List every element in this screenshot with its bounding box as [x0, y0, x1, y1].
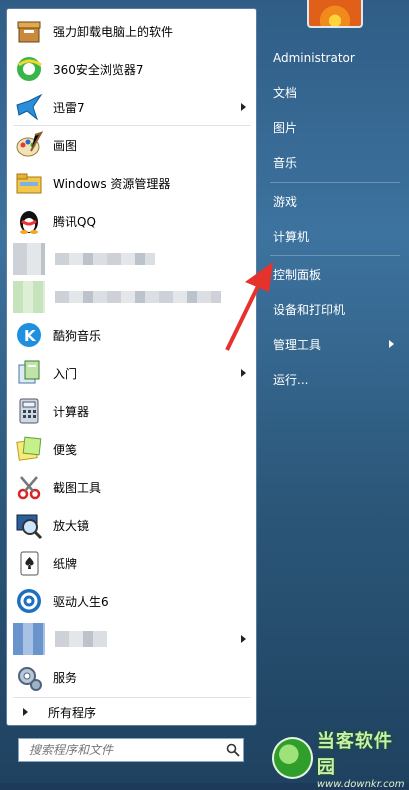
getting-started-icon	[13, 357, 45, 389]
right-item-label: Administrator	[273, 51, 355, 65]
recent-label: 画图	[53, 138, 78, 153]
browser-360-icon	[13, 53, 45, 85]
pinned-item-360-browser[interactable]: 360安全浏览器7	[11, 51, 254, 87]
right-item-label: 计算机	[273, 229, 310, 244]
magnifier-icon	[13, 509, 45, 541]
blurred-label	[55, 253, 155, 265]
submenu-arrow-icon[interactable]	[241, 635, 246, 643]
all-programs-label: 所有程序	[48, 705, 97, 720]
right-item-run[interactable]: 运行...	[264, 364, 404, 394]
recent-item-solitaire[interactable]: 纸牌	[11, 545, 254, 581]
recent-label: 纸牌	[53, 556, 78, 571]
recent-item-getting-started[interactable]: 入门	[11, 355, 254, 391]
recent-item-qq[interactable]: 腾讯QQ	[11, 203, 254, 239]
recent-item-calculator[interactable]: 计算器	[11, 393, 254, 429]
right-item-label: 运行...	[273, 372, 309, 387]
right-item-label: 图片	[273, 120, 298, 135]
thunder-bird-icon	[13, 91, 45, 123]
right-item-label: 音乐	[273, 155, 298, 170]
right-item-devices-printers[interactable]: 设备和打印机	[264, 294, 404, 324]
expand-arrow-icon	[23, 708, 28, 716]
recent-item-sticky-notes[interactable]: 便笺	[11, 431, 254, 467]
submenu-arrow-icon[interactable]	[241, 369, 246, 377]
paint-icon	[13, 129, 45, 161]
recent-item-snipping-tool[interactable]: 截图工具	[11, 469, 254, 505]
blurred-icon	[13, 281, 45, 313]
watermark: 当客软件园 www.downkr.com	[272, 731, 409, 790]
annotation-arrow-icon	[225, 262, 273, 351]
svg-text:K: K	[24, 327, 37, 345]
services-gear-icon	[13, 661, 45, 693]
right-item-games[interactable]: 游戏	[264, 186, 404, 216]
snipping-tool-icon	[13, 471, 45, 503]
right-item-label: 文档	[273, 85, 298, 100]
recent-item-paint[interactable]: 画图	[11, 127, 254, 163]
search-box[interactable]	[18, 738, 244, 762]
right-item-control-panel[interactable]: 控制面板	[264, 259, 404, 289]
separator	[13, 125, 251, 126]
recent-item-magnifier[interactable]: 放大镜	[11, 507, 254, 543]
right-item-computer[interactable]: 计算机	[264, 221, 404, 251]
blurred-label	[55, 291, 221, 303]
pinned-item-uninstaller[interactable]: 强力卸载电脑上的软件	[11, 13, 254, 49]
right-item-pictures[interactable]: 图片	[264, 112, 404, 142]
recent-item-driver-life[interactable]: 驱动人生6	[11, 583, 254, 619]
sticky-notes-icon	[13, 433, 45, 465]
right-item-admin-tools[interactable]: 管理工具	[264, 329, 404, 359]
recent-label: 计算器	[53, 404, 90, 419]
watermark-title: 当客软件园	[316, 730, 393, 778]
pinned-item-thunder[interactable]: 迅雷7	[11, 89, 254, 125]
pinned-label: 360安全浏览器7	[53, 62, 144, 77]
separator	[270, 255, 400, 256]
recent-label: 酷狗音乐	[53, 328, 102, 343]
blurred-icon	[13, 243, 45, 275]
right-item-administrator[interactable]: Administrator	[264, 43, 404, 73]
solitaire-icon	[13, 547, 45, 579]
submenu-arrow-icon[interactable]	[241, 103, 246, 111]
uninstall-icon	[13, 15, 45, 47]
right-item-music[interactable]: 音乐	[264, 147, 404, 177]
explorer-folder-icon	[13, 167, 45, 199]
recent-label: 驱动人生6	[53, 594, 109, 609]
recent-item-explorer[interactable]: Windows 资源管理器	[11, 165, 254, 201]
right-item-label: 游戏	[273, 194, 298, 209]
qq-penguin-icon	[13, 205, 45, 237]
calculator-icon	[13, 395, 45, 427]
blurred-label	[55, 631, 107, 647]
pinned-label: 迅雷7	[53, 100, 85, 115]
pinned-label: 强力卸载电脑上的软件	[53, 24, 174, 39]
recent-label: 入门	[53, 366, 78, 381]
separator	[13, 697, 251, 698]
kugou-icon: K	[13, 319, 45, 351]
programs-panel: 强力卸载电脑上的软件 360安全浏览器7 迅雷7 画图 Windows 资源管理…	[6, 8, 257, 726]
recent-label: 服务	[53, 670, 78, 685]
recent-item-blurred-3[interactable]	[11, 621, 254, 657]
user-avatar[interactable]	[307, 0, 363, 28]
recent-label: 截图工具	[53, 480, 102, 495]
driver-life-icon	[13, 585, 45, 617]
watermark-logo-icon	[272, 737, 313, 779]
recent-label: 放大镜	[53, 518, 90, 533]
blurred-icon	[13, 623, 45, 655]
recent-label: Windows 资源管理器	[53, 176, 171, 191]
search-icon[interactable]	[223, 740, 243, 760]
watermark-url: www.downkr.com	[316, 778, 405, 790]
search-input[interactable]	[27, 742, 223, 758]
recent-label: 便笺	[53, 442, 78, 457]
start-menu: 强力卸载电脑上的软件 360安全浏览器7 迅雷7 画图 Windows 资源管理…	[0, 0, 409, 790]
submenu-arrow-icon[interactable]	[389, 340, 394, 348]
right-item-documents[interactable]: 文档	[264, 77, 404, 107]
recent-item-services[interactable]: 服务	[11, 659, 254, 695]
all-programs-button[interactable]: 所有程序	[11, 701, 254, 723]
separator	[270, 182, 400, 183]
recent-label: 腾讯QQ	[53, 214, 96, 229]
